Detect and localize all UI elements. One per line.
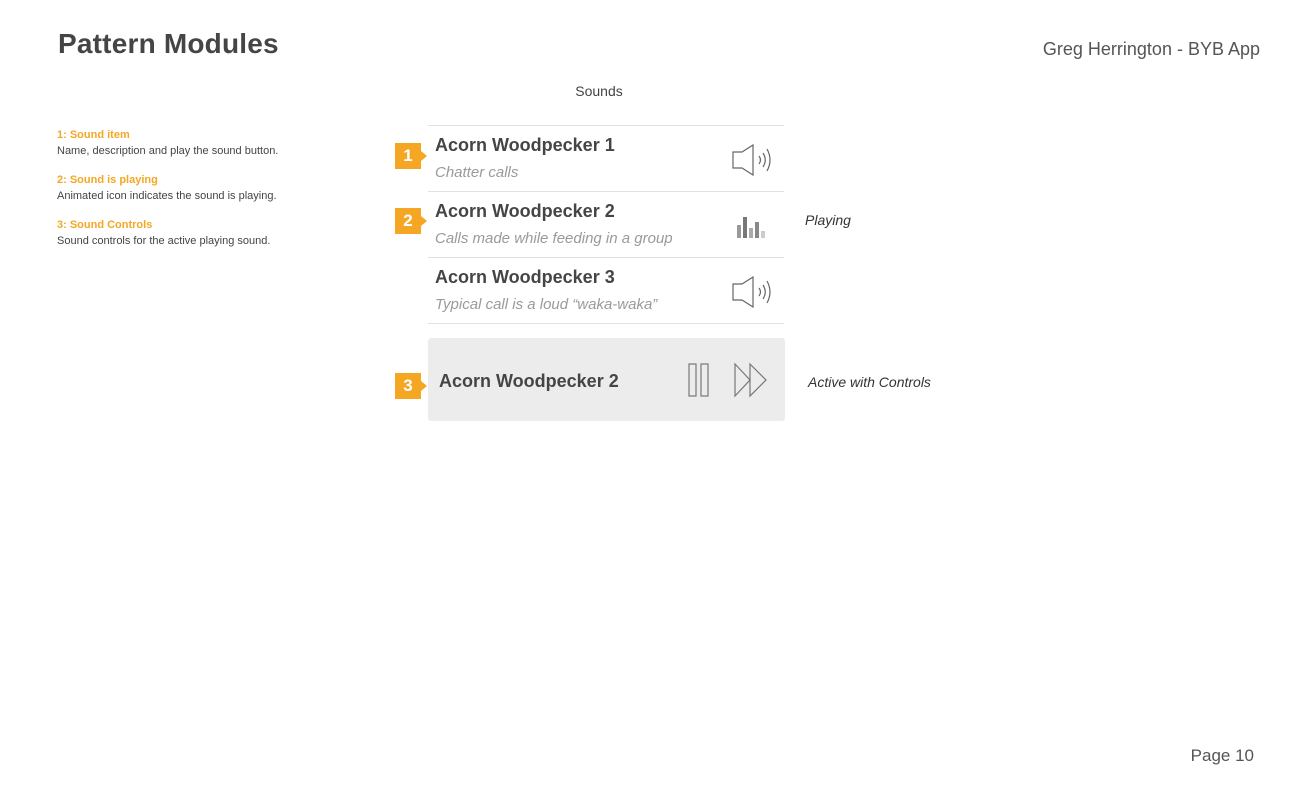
sound-item[interactable]: Acorn Woodpecker 1 Chatter calls xyxy=(428,126,784,192)
sound-player: Acorn Woodpecker 2 xyxy=(428,338,785,421)
page-number: Page 10 xyxy=(1190,746,1254,765)
sound-name: Acorn Woodpecker 3 xyxy=(435,267,615,287)
legend-description: Sound controls for the active playing so… xyxy=(57,235,271,247)
screen-title: Sounds xyxy=(575,83,623,99)
sound-item[interactable]: Acorn Woodpecker 3 Typical call is a lou… xyxy=(428,258,784,324)
sound-name: Acorn Woodpecker 2 xyxy=(435,201,615,221)
sound-description: Calls made while feeding in a group xyxy=(435,230,673,247)
pause-icon[interactable] xyxy=(686,362,712,398)
legend-heading: 1: Sound item xyxy=(57,129,130,141)
fast-forward-icon[interactable] xyxy=(733,362,771,398)
sound-list: Acorn Woodpecker 1 Chatter calls Acorn W… xyxy=(428,125,784,324)
sound-description: Typical call is a loud “waka-waka” xyxy=(435,296,658,313)
speaker-icon[interactable] xyxy=(732,144,774,176)
equalizer-icon xyxy=(737,217,765,238)
page-title: Pattern Modules xyxy=(58,28,279,59)
legend-item: 1: Sound item Name, description and play… xyxy=(57,128,377,159)
author-label: Greg Herrington - BYB App xyxy=(1042,39,1260,59)
active-controls-note: Active with Controls xyxy=(808,374,931,390)
sound-item[interactable]: Acorn Woodpecker 2 Calls made while feed… xyxy=(428,192,784,258)
speaker-icon[interactable] xyxy=(732,276,774,308)
sound-description: Chatter calls xyxy=(435,164,519,181)
marker-1: 1 xyxy=(395,143,427,169)
marker-3: 3 xyxy=(395,373,427,399)
legend-description: Name, description and play the sound but… xyxy=(57,145,279,157)
legend-heading: 2: Sound is playing xyxy=(57,174,158,186)
playing-note: Playing xyxy=(805,212,851,228)
legend-heading: 3: Sound Controls xyxy=(57,219,153,231)
legend-description: Animated icon indicates the sound is pla… xyxy=(57,190,277,202)
sound-name: Acorn Woodpecker 1 xyxy=(435,135,615,155)
legend-item: 3: Sound Controls Sound controls for the… xyxy=(57,218,377,249)
legend: 1: Sound item Name, description and play… xyxy=(57,128,377,263)
player-sound-name: Acorn Woodpecker 2 xyxy=(439,371,619,391)
marker-2: 2 xyxy=(395,208,427,234)
legend-item: 2: Sound is playing Animated icon indica… xyxy=(57,173,377,204)
